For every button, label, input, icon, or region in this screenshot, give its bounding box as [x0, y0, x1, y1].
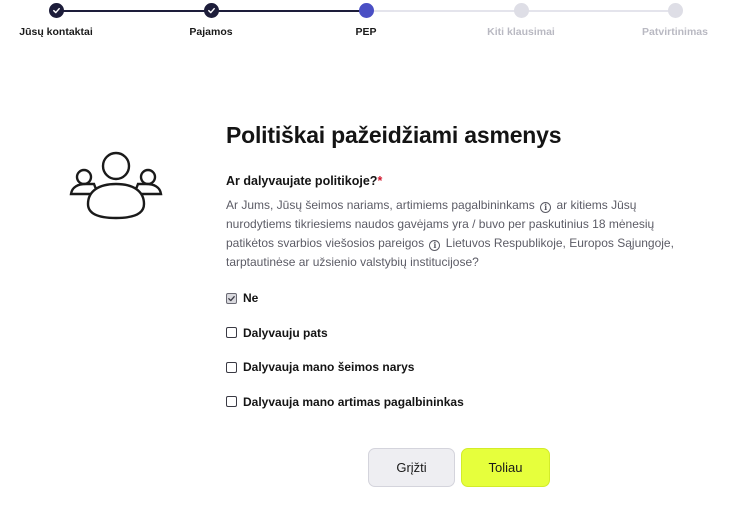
- question-label: Ar dalyvaujate politikoje?*: [226, 174, 382, 188]
- stepper-line-3: [366, 10, 521, 12]
- step-label-pep: PEP: [355, 26, 377, 38]
- step-3-dot: [359, 3, 374, 18]
- stepper-line-4: [521, 10, 676, 12]
- option-label: Dalyvauja mano šeimos narys: [243, 360, 415, 374]
- required-mark: *: [377, 174, 383, 188]
- option-label: Dalyvauja mano artimas pagalbininkas: [243, 394, 464, 409]
- progress-stepper: Jūsų kontaktai Pajamos PEP Kiti klausima…: [0, 0, 742, 44]
- info-icon[interactable]: i: [429, 240, 441, 251]
- description-part-1: Ar Jums, Jūsų šeimos nariams, artimiems …: [226, 198, 535, 212]
- info-icon[interactable]: i: [540, 202, 552, 213]
- back-button[interactable]: Grįžti: [368, 448, 455, 487]
- page-title: Politiškai pažeidžiami asmenys: [226, 122, 562, 148]
- people-group-icon: [66, 148, 166, 224]
- option-close-associate[interactable]: Dalyvauja mano artimas pagalbininkas: [226, 393, 464, 411]
- checkbox[interactable]: [226, 396, 237, 407]
- stepper-line-1: [56, 10, 211, 12]
- step-5-dot: [668, 3, 683, 18]
- next-button[interactable]: Toliau: [461, 448, 550, 487]
- checkbox[interactable]: [226, 327, 237, 338]
- step-4-dot: [514, 3, 529, 18]
- option-no[interactable]: Ne: [226, 289, 464, 307]
- question-description: Ar Jums, Jūsų šeimos nariams, artimiems …: [226, 196, 696, 272]
- step-2-check-icon: [204, 3, 219, 18]
- step-label-confirmation: Patvirtinimas: [642, 26, 708, 38]
- options-list: Ne Dalyvauju pats Dalyvauja mano šeimos …: [226, 289, 464, 427]
- step-label-contacts: Jūsų kontaktai: [19, 26, 93, 38]
- option-label: Dalyvauju pats: [243, 325, 328, 340]
- step-label-income: Pajamos: [189, 26, 233, 38]
- option-label: Ne: [243, 291, 259, 305]
- option-self[interactable]: Dalyvauju pats: [226, 324, 464, 342]
- question-text: Ar dalyvaujate politikoje?: [226, 174, 378, 188]
- step-1-check-icon: [49, 3, 64, 18]
- step-label-other-questions: Kiti klausimai: [487, 26, 555, 38]
- option-family-member[interactable]: Dalyvauja mano šeimos narys: [226, 358, 464, 376]
- checkbox-checked[interactable]: [226, 292, 237, 304]
- stepper-line-2: [211, 10, 366, 12]
- checkbox[interactable]: [226, 361, 237, 373]
